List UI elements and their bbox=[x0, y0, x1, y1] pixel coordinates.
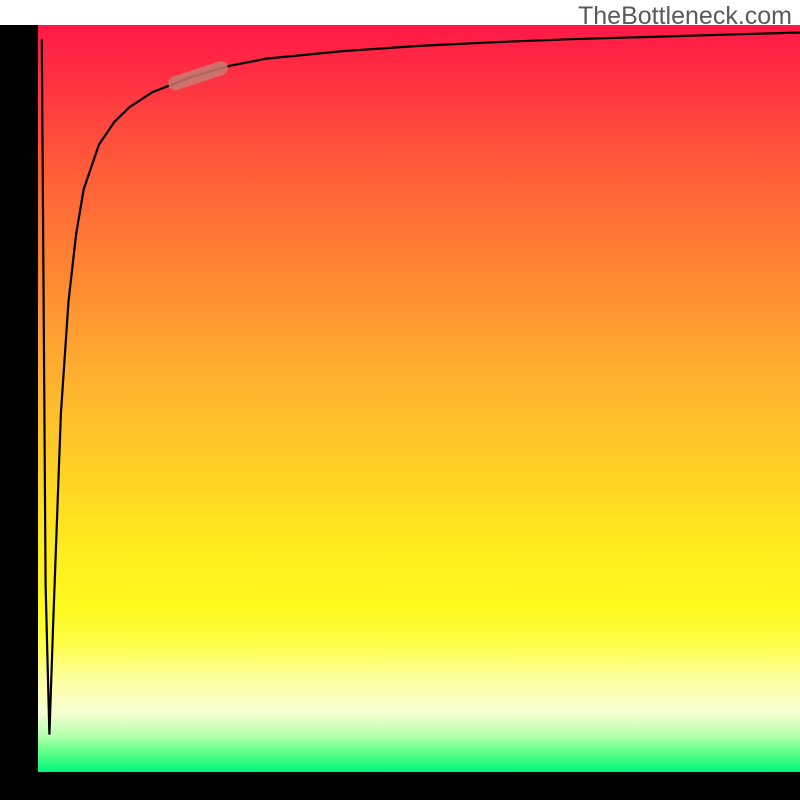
axis-left-bar bbox=[0, 25, 38, 775]
plot-area bbox=[38, 25, 800, 772]
chart-stage: TheBottleneck.com bbox=[0, 0, 800, 800]
axis-bottom-bar bbox=[0, 772, 800, 800]
